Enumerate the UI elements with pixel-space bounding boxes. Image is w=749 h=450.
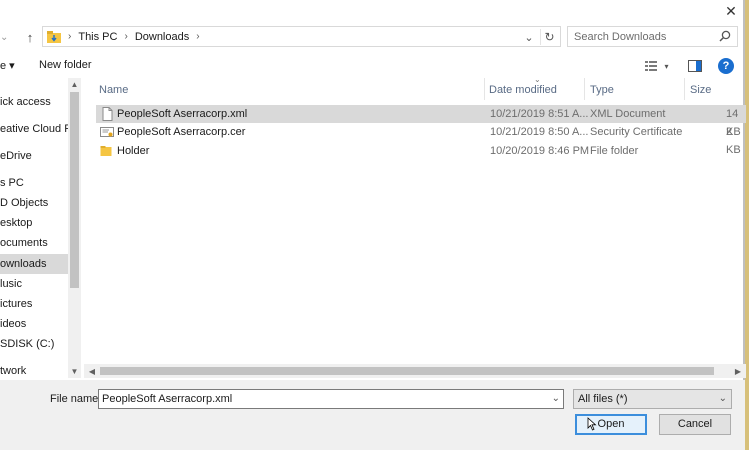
sidebar-item-documents[interactable]: ocuments — [0, 234, 68, 252]
help-icon[interactable]: ? — [718, 58, 734, 74]
column-header-type[interactable]: Type — [590, 84, 614, 96]
column-header-name[interactable]: Name — [99, 84, 128, 96]
file-type: XML Document — [590, 108, 666, 120]
sort-chevron-icon: ⌄ — [534, 75, 541, 84]
scrollbar-thumb[interactable] — [100, 367, 714, 375]
open-button[interactable]: Open — [575, 414, 647, 435]
command-toolbar: e ▾ New folder ▾ ? — [0, 54, 745, 78]
preview-pane-button[interactable] — [685, 57, 705, 75]
back-forward-dropdown-icon[interactable]: ⌄ — [0, 28, 14, 46]
xml-file-icon — [102, 107, 113, 121]
search-placeholder: Search Downloads — [574, 30, 667, 43]
horizontal-scrollbar[interactable]: ◀ ▶ — [84, 364, 746, 378]
sidebar-item-videos[interactable]: ideos — [0, 315, 68, 333]
column-header-size[interactable]: Size — [690, 84, 711, 96]
sidebar-item-3d-objects[interactable]: D Objects — [0, 194, 68, 212]
sidebar-item-quick-access[interactable]: ick access — [0, 93, 68, 111]
breadcrumb-separator[interactable]: › — [196, 31, 199, 42]
cancel-button[interactable]: Cancel — [659, 414, 731, 435]
file-name: Holder — [117, 145, 150, 157]
sidebar-item-onedrive[interactable]: eDrive — [0, 147, 68, 165]
search-icon[interactable] — [719, 30, 731, 42]
mouse-cursor-icon — [587, 417, 597, 431]
sidebar-item-osdisk[interactable]: SDISK (C:) — [0, 335, 68, 353]
navigation-scrollbar[interactable]: ▲ ▼ — [68, 78, 81, 378]
scroll-up-icon[interactable]: ▲ — [68, 78, 81, 91]
file-date: 10/20/2019 8:46 PM — [490, 145, 590, 157]
address-bar[interactable]: › This PC › Downloads › ⌄ ↻ — [42, 26, 561, 47]
file-row[interactable]: PeopleSoft Aserracorp.cer 10/21/2019 8:5… — [96, 123, 746, 156]
file-list-header: Name ⌄ Date modified Type Size — [96, 75, 746, 100]
new-folder-button[interactable]: New folder — [39, 59, 92, 71]
scrollbar-thumb[interactable] — [70, 92, 79, 288]
details-view-icon — [645, 61, 658, 71]
chevron-down-icon[interactable]: ⌄ — [552, 390, 560, 408]
sidebar-item-downloads[interactable]: ownloads — [0, 254, 68, 274]
column-header-date-modified[interactable]: Date modified — [489, 84, 557, 96]
chevron-down-icon: ▾ — [664, 61, 669, 71]
breadcrumb-this-pc[interactable]: This PC — [78, 31, 117, 43]
breadcrumb-separator[interactable]: › — [124, 31, 127, 42]
certificate-file-icon — [100, 127, 114, 137]
file-row[interactable]: Holder 10/20/2019 8:46 PM File folder — [96, 142, 746, 160]
file-type-filter-select[interactable]: All files (*) ⌄ — [573, 389, 732, 409]
sidebar-item-pictures[interactable]: ictures — [0, 295, 68, 313]
file-row[interactable]: PeopleSoft Aserracorp.xml 10/21/2019 8:5… — [96, 105, 746, 138]
breadcrumb-downloads[interactable]: Downloads — [135, 31, 189, 43]
sidebar-item-music[interactable]: lusic — [0, 275, 68, 293]
open-button-label: Open — [597, 418, 625, 430]
folder-icon — [100, 146, 112, 156]
scroll-down-icon[interactable]: ▼ — [68, 365, 81, 378]
file-name-field[interactable]: PeopleSoft Aserracorp.xml ⌄ — [98, 389, 564, 409]
address-history-dropdown-icon[interactable]: ⌄ — [522, 30, 536, 44]
sidebar-item-creative-cloud-files[interactable]: eative Cloud Fil — [0, 120, 68, 138]
sidebar-item-this-pc[interactable]: s PC — [0, 174, 68, 192]
chevron-down-icon[interactable]: ⌄ — [719, 390, 727, 408]
close-icon[interactable]: ✕ — [716, 0, 746, 22]
column-divider[interactable] — [584, 78, 585, 100]
sidebar-item-network[interactable]: twork — [0, 362, 68, 380]
file-type: Security Certificate — [590, 126, 683, 138]
file-type: File folder — [590, 145, 639, 157]
column-divider[interactable] — [684, 78, 685, 100]
downloads-folder-icon — [47, 30, 61, 43]
change-view-button[interactable]: ▾ — [641, 57, 673, 75]
up-arrow-icon[interactable]: ↑ — [22, 27, 38, 47]
file-date: 10/21/2019 8:50 A... — [490, 126, 589, 138]
file-type-filter-value: All files (*) — [578, 393, 628, 405]
scroll-right-icon[interactable]: ▶ — [732, 364, 744, 378]
file-name-label: File name: — [50, 393, 102, 405]
search-input[interactable]: Search Downloads — [567, 26, 738, 47]
preview-pane-icon — [688, 60, 702, 72]
file-name: PeopleSoft Aserracorp.xml — [117, 108, 248, 120]
sidebar-item-desktop[interactable]: esktop — [0, 214, 68, 232]
desktop-background-strip — [745, 0, 749, 450]
column-divider[interactable] — [484, 78, 485, 100]
cancel-button-label: Cancel — [677, 418, 713, 430]
file-name: PeopleSoft Aserracorp.cer — [117, 126, 246, 138]
scroll-left-icon[interactable]: ◀ — [86, 364, 98, 378]
refresh-icon[interactable]: ↻ — [540, 29, 558, 45]
open-file-dialog: ✕ ⌄ ↑ › This PC › Downloads › ⌄ ↻ Search… — [0, 0, 749, 450]
breadcrumb-separator[interactable]: › — [68, 31, 71, 42]
file-name-value: PeopleSoft Aserracorp.xml — [102, 393, 233, 405]
file-date: 10/21/2019 8:51 A... — [490, 108, 589, 120]
organize-menu-button[interactable]: e ▾ — [0, 59, 15, 72]
